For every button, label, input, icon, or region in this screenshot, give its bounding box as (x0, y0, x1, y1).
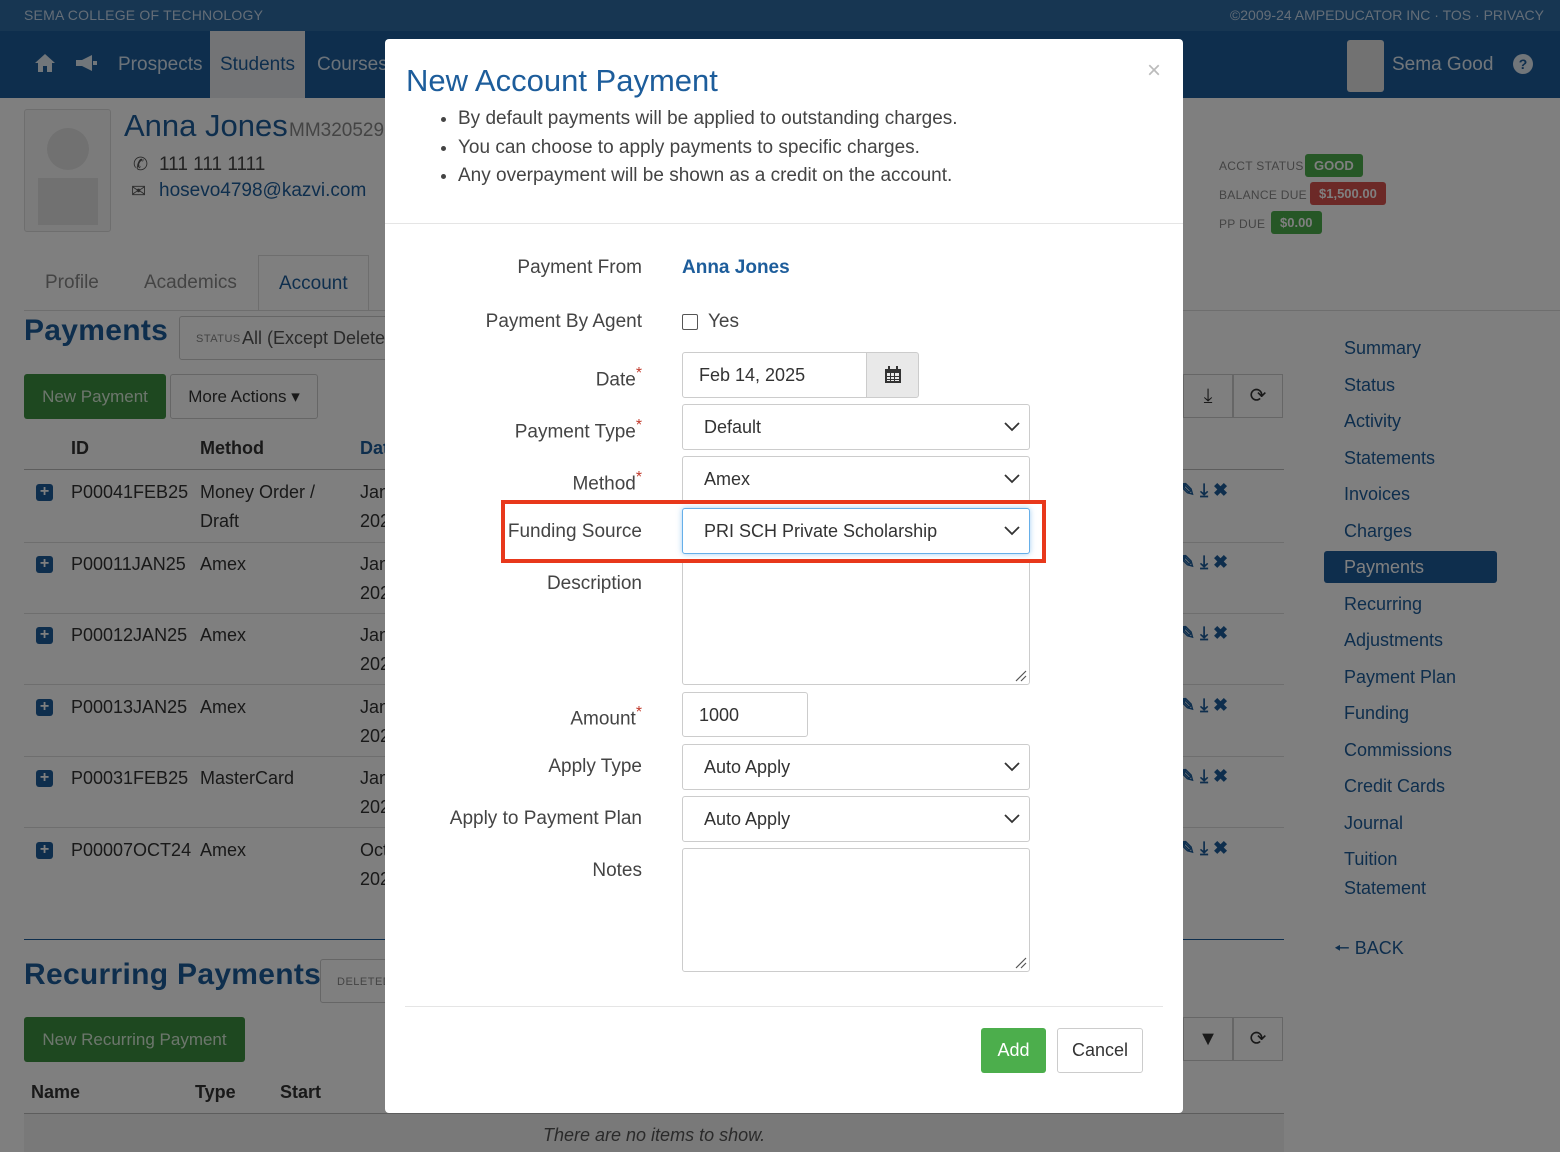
modal-footer-divider (405, 1006, 1163, 1007)
method-label: Method* (572, 469, 642, 495)
method-select[interactable]: Amex (682, 456, 1030, 502)
calendar-button[interactable] (866, 352, 919, 398)
payment-type-value: Default (704, 417, 762, 437)
chevron-down-icon (1004, 422, 1020, 432)
date-input[interactable]: Feb 14, 2025 (682, 352, 867, 398)
modal-title: New Account Payment (406, 63, 718, 98)
chevron-down-icon (1004, 762, 1020, 772)
apply-type-value: Auto Apply (704, 757, 791, 777)
payment-by-agent-checkbox[interactable] (682, 314, 698, 330)
date-input-value: Feb 14, 2025 (699, 365, 806, 385)
modal-info-list: By default payments will be applied to o… (458, 105, 958, 191)
required-mark: * (635, 704, 642, 721)
payment-by-agent-label: Payment By Agent (485, 311, 642, 332)
payment-type-select[interactable]: Default (682, 404, 1030, 450)
payment-type-label-text: Payment Type (514, 421, 636, 443)
payment-type-label: Payment Type* (515, 417, 642, 443)
apply-payment-plan-select[interactable]: Auto Apply (682, 796, 1030, 842)
info-item: Any overpayment will be shown as a credi… (458, 162, 958, 191)
chevron-down-icon (1004, 814, 1020, 824)
amount-input[interactable]: 1000 (682, 692, 808, 737)
modal-header-divider (385, 223, 1183, 224)
info-item: By default payments will be applied to o… (458, 105, 958, 134)
amount-label: Amount* (570, 704, 642, 730)
resize-grip-icon[interactable] (1013, 955, 1027, 969)
cancel-button[interactable]: Cancel (1057, 1028, 1143, 1073)
payment-from-label: Payment From (517, 257, 642, 278)
new-account-payment-modal: New Account Payment × By default payment… (385, 39, 1183, 1113)
method-label-text: Method (572, 473, 636, 495)
resize-grip-icon[interactable] (1013, 668, 1027, 682)
amount-value: 1000 (699, 705, 740, 725)
required-mark: * (635, 417, 642, 434)
payment-by-agent-yes[interactable]: Yes (708, 311, 739, 333)
apply-type-label: Apply Type (548, 756, 642, 777)
add-button[interactable]: Add (981, 1028, 1046, 1073)
required-mark: * (635, 469, 642, 486)
date-label-text: Date (595, 369, 636, 391)
info-item: You can choose to apply payments to spec… (458, 134, 958, 163)
close-icon[interactable]: × (1147, 57, 1161, 85)
required-mark: * (635, 365, 642, 382)
apply-payment-plan-value: Auto Apply (704, 809, 791, 829)
calendar-icon (885, 366, 901, 383)
chevron-down-icon (1004, 474, 1020, 484)
date-label: Date* (596, 365, 642, 391)
method-value: Amex (704, 469, 751, 489)
description-label: Description (546, 573, 642, 594)
funding-source-highlight (501, 500, 1046, 563)
notes-textarea[interactable] (682, 848, 1030, 972)
description-textarea[interactable] (682, 560, 1030, 685)
payment-from-value[interactable]: Anna Jones (682, 257, 790, 279)
apply-type-select[interactable]: Auto Apply (682, 744, 1030, 790)
apply-payment-plan-label: Apply to Payment Plan (449, 808, 642, 829)
amount-label-text: Amount (570, 708, 636, 730)
notes-label: Notes (592, 860, 642, 881)
